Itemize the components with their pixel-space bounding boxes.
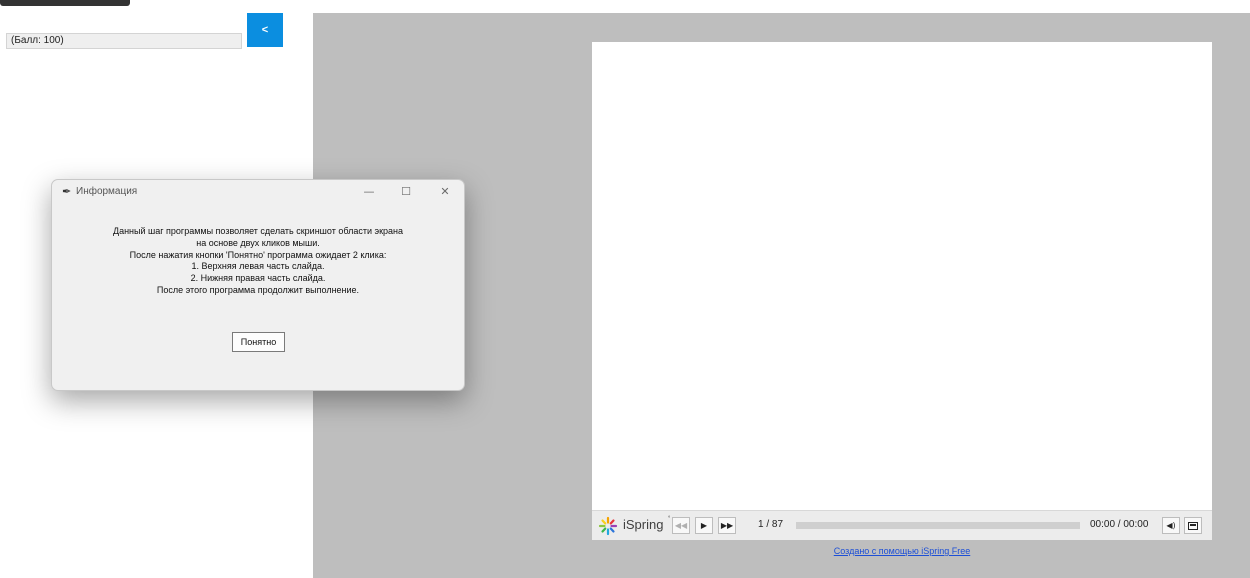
minimize-icon: —: [363, 184, 375, 198]
slide-canvas[interactable]: [592, 42, 1212, 510]
slide-counter: 1 / 87: [758, 519, 784, 530]
fast-forward-icon: ▶▶: [720, 521, 734, 530]
speaker-icon: ◀): [1166, 521, 1176, 530]
prev-slide-button[interactable]: ◀◀: [672, 517, 690, 534]
message-line: Данный шаг программы позволяет сделать с…: [112, 226, 403, 236]
back-button[interactable]: <: [247, 13, 283, 47]
fullscreen-button[interactable]: [1184, 517, 1202, 534]
message-line: 2. Нижняя правая часть слайда.: [190, 273, 326, 284]
close-button[interactable]: ✕: [434, 182, 456, 200]
play-icon: ▶: [700, 521, 708, 530]
dialog-message: Данный шаг программы позволяет сделать с…: [52, 226, 464, 297]
message-line: После этого программа продолжит выполнен…: [156, 284, 360, 295]
message-line: 1. Верхняя левая часть слайда.: [191, 261, 325, 272]
close-icon: ✕: [440, 184, 450, 198]
playback-progress-bar[interactable]: [796, 522, 1080, 529]
playback-time: 00:00 / 00:00: [1090, 519, 1149, 530]
rewind-icon: ◀◀: [674, 521, 688, 530]
volume-button[interactable]: ◀): [1162, 517, 1180, 534]
ok-button[interactable]: Понятно: [232, 332, 285, 352]
score-field: (Балл: 100): [6, 33, 242, 49]
ispring-logo-mark: °: [668, 516, 671, 522]
next-slide-button[interactable]: ▶▶: [718, 517, 736, 534]
ispring-logo-icon: [598, 516, 618, 536]
dialog-title: Информация: [76, 186, 138, 197]
window-title-remnant: [0, 0, 130, 6]
feather-icon: ✒: [62, 186, 72, 198]
play-button[interactable]: ▶: [695, 517, 713, 534]
created-with-ispring-link[interactable]: Создано с помощью iSpring Free: [592, 546, 1212, 556]
message-line: на основе двух кликов мыши.: [196, 237, 320, 248]
info-dialog: ✒ Информация — ☐ ✕ Данный шаг программы …: [51, 179, 465, 391]
fullscreen-icon: [1188, 521, 1198, 530]
maximize-icon: ☐: [401, 184, 411, 198]
player-toolbar: iSpring ° ◀◀ ▶ ▶▶ 1 / 87 00:00 / 00:00 ◀…: [592, 510, 1212, 540]
message-line: После нажатия кнопки 'Понятно' программа…: [129, 249, 387, 260]
minimize-button[interactable]: —: [358, 182, 380, 200]
ispring-logo-text: iSpring: [623, 517, 664, 532]
maximize-button[interactable]: ☐: [395, 182, 417, 200]
